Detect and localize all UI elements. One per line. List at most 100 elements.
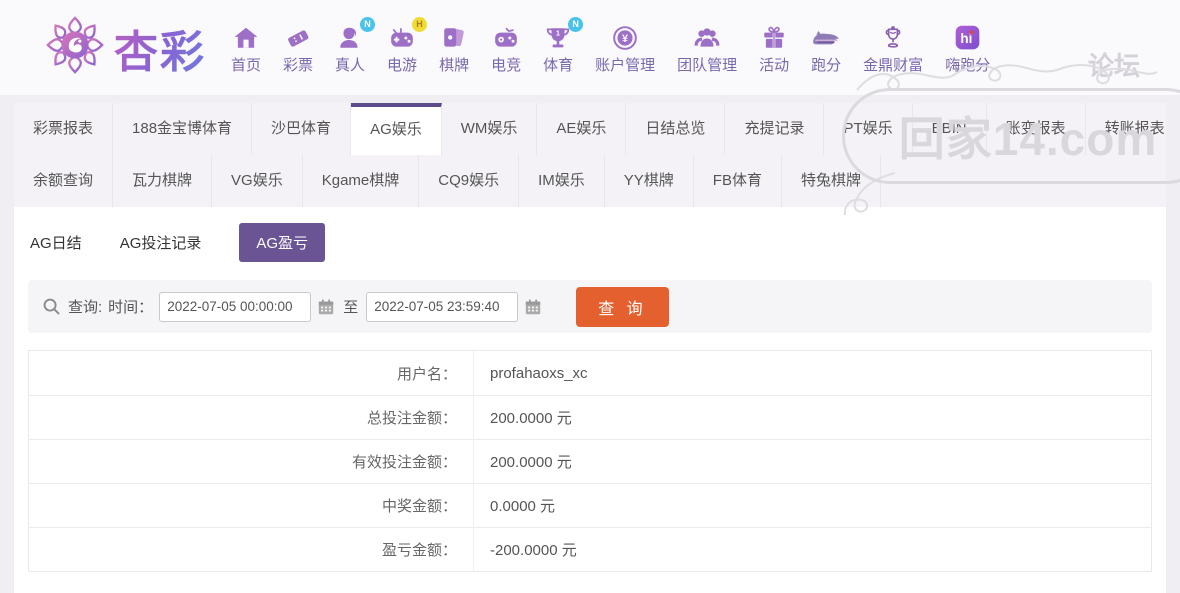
tab-caipiao-baobiao[interactable]: 彩票报表	[14, 103, 114, 155]
nav-item-jinding[interactable]: 金鼎财富	[852, 21, 934, 75]
nav-item-lottery[interactable]: 彩票	[272, 21, 324, 75]
tab-pt-yule[interactable]: PT娱乐	[824, 103, 913, 155]
nav-item-hipaofen[interactable]: hi 嗨跑分	[934, 21, 1001, 75]
badge-n: N	[568, 16, 584, 32]
tab-kgame-qipai[interactable]: Kgame棋牌	[303, 155, 420, 207]
nav-item-paofen[interactable]: 跑分	[800, 21, 852, 75]
ag-subtabs: AG日结 AG投注记录 AG盈亏	[14, 207, 1166, 274]
svg-text:¥: ¥	[622, 32, 628, 44]
nav-item-egames[interactable]: H 电游	[376, 16, 428, 75]
subtab-ag-touzhu-jilu[interactable]: AG投注记录	[120, 232, 202, 253]
row-label: 中奖金额：	[29, 484, 474, 527]
nav-label: 真人	[335, 56, 366, 74]
calendar-to-icon[interactable]	[524, 298, 542, 316]
search-button[interactable]: 查 询	[576, 286, 669, 327]
brand-name: 杏彩	[114, 16, 206, 80]
yen-coin-icon: ¥	[612, 21, 638, 51]
tab-cq9-yule[interactable]: CQ9娱乐	[419, 155, 520, 207]
cards-icon	[441, 21, 467, 51]
row-value: profahaoxs_xc	[490, 364, 588, 382]
table-row: 有效投注金额： 200.0000 元	[29, 439, 1151, 483]
home-icon	[233, 21, 259, 51]
date-to-input[interactable]	[366, 291, 519, 322]
tab-wm-yule[interactable]: WM娱乐	[442, 103, 538, 155]
rhino-icon	[811, 21, 841, 51]
row-label: 有效投注金额：	[29, 440, 474, 483]
tab-rijie-zonglan[interactable]: 日结总览	[626, 103, 726, 155]
nav-item-account[interactable]: ¥ 账户管理	[584, 21, 666, 75]
report-tabbar: 彩票报表 188金宝博体育 沙巴体育 AG娱乐 WM娱乐 AE娱乐 日结总览 充…	[14, 103, 1166, 207]
row-value: 200.0000 元	[490, 410, 572, 427]
nav-item-sports[interactable]: 1 N 体育	[532, 16, 584, 75]
time-label: 时间：	[108, 299, 154, 316]
tab-im-yule[interactable]: IM娱乐	[519, 155, 605, 207]
badge-n: N	[360, 16, 376, 32]
row-value: -200.0000 元	[490, 542, 577, 559]
tab-zhangbian-baobiao[interactable]: 账变报表	[987, 103, 1086, 155]
table-row: 盈亏金额： -200.0000 元	[29, 527, 1151, 571]
tab-wali-qipai[interactable]: 瓦力棋牌	[113, 155, 213, 207]
content-panel: AG日结 AG投注记录 AG盈亏 查询: 时间： 至 查 询 用户名：	[14, 207, 1166, 593]
nav-label: 首页	[231, 56, 262, 74]
tab-yue-chaxun[interactable]: 余额查询	[14, 155, 114, 207]
query-label: 查询:	[68, 299, 103, 316]
nav-item-team[interactable]: 团队管理	[666, 21, 748, 75]
to-separator: 至	[343, 299, 359, 316]
nav-label: 金鼎财富	[863, 56, 924, 74]
nav-label: 嗨跑分	[945, 56, 991, 74]
badge-h: H	[412, 16, 428, 32]
nav-label: 棋牌	[439, 56, 470, 74]
date-from-input[interactable]	[159, 291, 312, 322]
profit-loss-table: 用户名： profahaoxs_xc 总投注金额： 200.0000 元 有效投…	[28, 350, 1152, 572]
nav-item-home[interactable]: 首页	[220, 21, 272, 75]
tab-fb-tiyu[interactable]: FB体育	[694, 155, 782, 207]
nav-label: 跑分	[811, 56, 842, 74]
row-value: 200.0000 元	[490, 454, 572, 471]
row-value: 0.0000 元	[490, 498, 556, 515]
hi-app-icon: hi	[954, 21, 981, 51]
tab-chongti-jilu[interactable]: 充提记录	[725, 103, 825, 155]
brand-logo[interactable]: 杏彩	[44, 14, 206, 81]
page: 杏彩 首页 彩票 N 真人 H 电游 棋牌 电竞 1 N 体育 ¥ 账户管理 团…	[0, 0, 1180, 593]
search-icon	[42, 297, 61, 316]
nav-item-cards[interactable]: 棋牌	[428, 21, 480, 75]
table-row: 总投注金额： 200.0000 元	[29, 395, 1151, 439]
nav-item-live[interactable]: N 真人	[324, 16, 376, 75]
tab-yy-qipai[interactable]: YY棋牌	[605, 155, 694, 207]
tab-vg-yule[interactable]: VG娱乐	[212, 155, 303, 207]
tab-ae-yule[interactable]: AE娱乐	[537, 103, 627, 155]
nav-label: 电游	[387, 56, 418, 74]
nav-item-promo[interactable]: 活动	[748, 21, 800, 75]
tab-188-jinbaobo[interactable]: 188金宝博体育	[113, 103, 253, 155]
row-label: 总投注金额：	[29, 396, 474, 439]
nav-label: 账户管理	[595, 56, 656, 74]
tab-tetu-qipai[interactable]: 特兔棋牌	[782, 155, 881, 207]
golden-cup-icon	[880, 21, 906, 51]
subtab-ag-rijie[interactable]: AG日结	[30, 232, 82, 253]
gift-icon	[761, 21, 787, 51]
table-row: 用户名： profahaoxs_xc	[29, 351, 1151, 395]
row-label: 用户名：	[29, 351, 474, 395]
nav-label: 团队管理	[677, 56, 738, 74]
live-dealer-icon: N	[337, 16, 376, 51]
main-nav: 首页 彩票 N 真人 H 电游 棋牌 电竞 1 N 体育 ¥ 账户管理 团队管理…	[220, 16, 1001, 75]
svg-text:1: 1	[556, 28, 560, 37]
tab-shaba-tiyu[interactable]: 沙巴体育	[252, 103, 352, 155]
lotus-logo-icon	[44, 14, 106, 81]
nav-label: 彩票	[283, 56, 314, 74]
tab-ag-yule[interactable]: AG娱乐	[351, 103, 442, 155]
nav-label: 活动	[759, 56, 790, 74]
subtab-ag-yingkui[interactable]: AG盈亏	[239, 223, 326, 262]
table-row: 中奖金额： 0.0000 元	[29, 483, 1151, 527]
tab-row-1: 彩票报表 188金宝博体育 沙巴体育 AG娱乐 WM娱乐 AE娱乐 日结总览 充…	[14, 103, 1166, 155]
tab-bbin[interactable]: BBIN	[913, 103, 987, 155]
top-header: 杏彩 首页 彩票 N 真人 H 电游 棋牌 电竞 1 N 体育 ¥ 账户管理 团…	[0, 0, 1180, 95]
team-icon	[694, 21, 720, 51]
esports-gamepad-icon	[493, 21, 519, 51]
calendar-from-icon[interactable]	[317, 298, 335, 316]
tab-zhuanzhang-baobiao[interactable]: 转账报表	[1086, 103, 1180, 155]
search-bar: 查询: 时间： 至 查 询	[28, 280, 1152, 333]
nav-item-esports[interactable]: 电竞	[480, 21, 532, 75]
trophy-icon: 1 N	[545, 16, 584, 51]
row-label: 盈亏金额：	[29, 528, 474, 571]
